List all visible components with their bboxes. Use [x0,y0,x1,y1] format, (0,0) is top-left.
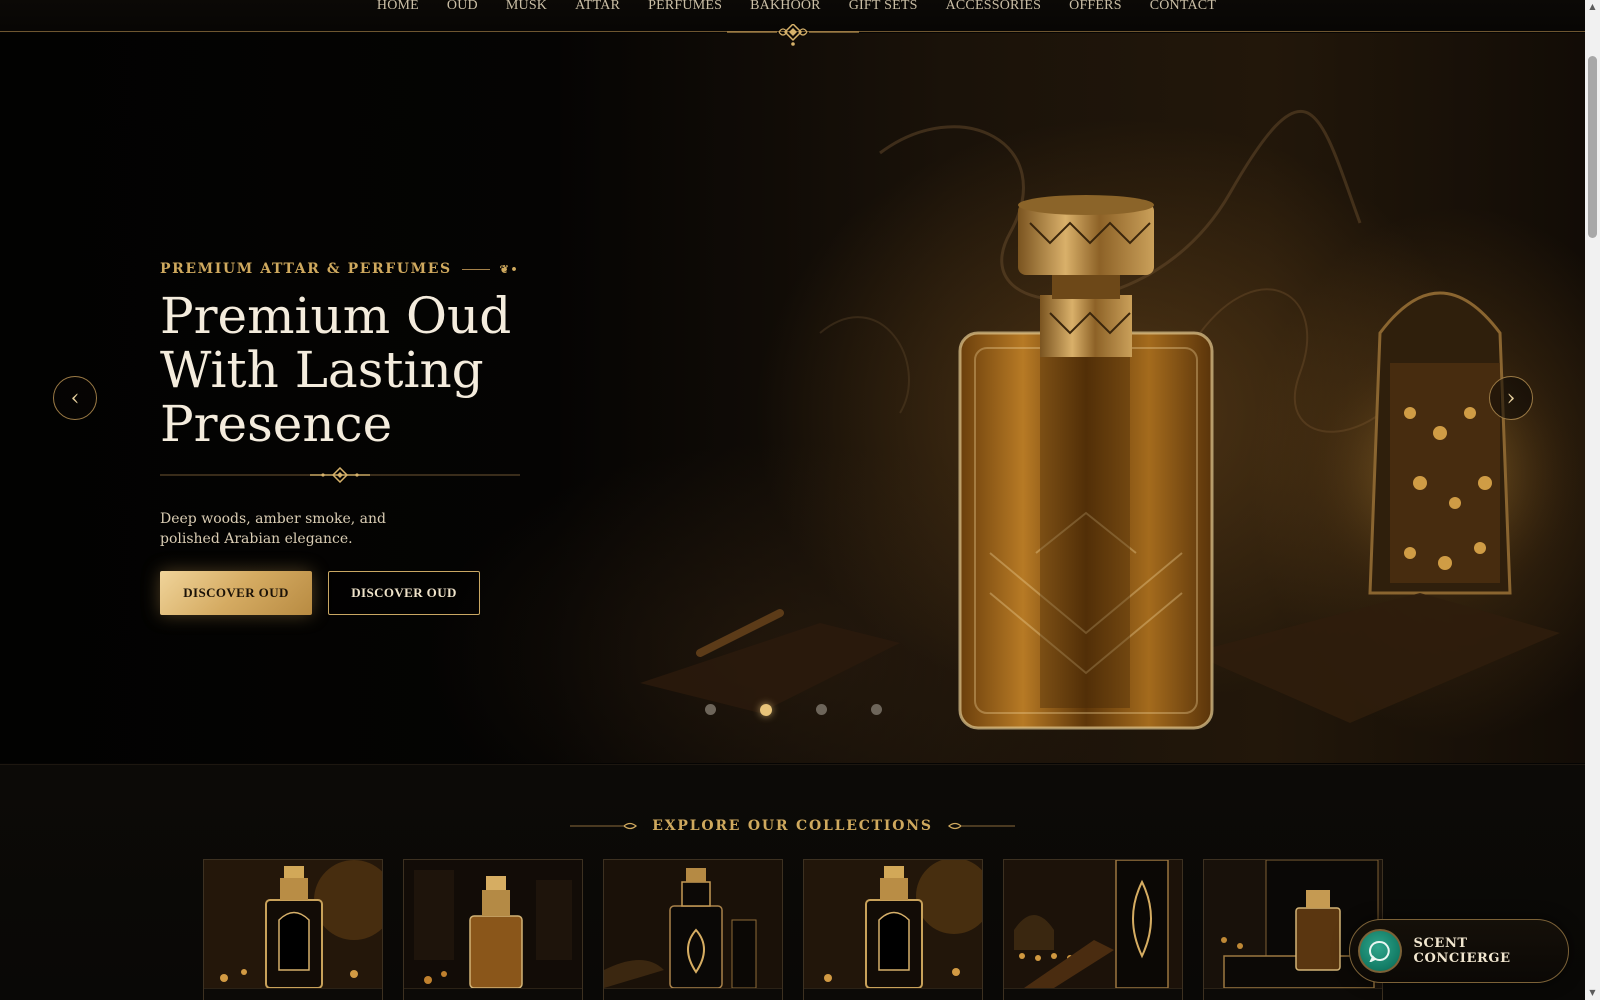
nav-item-accessories[interactable]: ACCESSORIES [932,0,1056,31]
collections-title: EXPLORE OUR COLLECTIONS [652,818,933,834]
card-caption-bar [1204,988,1382,1000]
chevron-left-icon: ‹ [70,385,80,411]
collection-card-4[interactable] [803,859,983,1000]
collection-card-1[interactable] [203,859,383,1000]
nav-ornament-icon [727,24,859,46]
eyebrow-divider-line [461,268,490,270]
hero-content: PREMIUM ATTAR & PERFUMES ❦• Premium Oud … [160,261,720,615]
nav-item-attar[interactable]: ATTAR [561,0,634,31]
scroll-up-arrow-icon[interactable]: ▲ [1585,0,1600,14]
slider-dot-4[interactable] [871,704,882,715]
hero-title-line-2: With Lasting Presence [160,341,484,453]
ornament-divider-icon [160,466,520,484]
hero-title-line-1: Premium Oud [160,287,512,345]
hero-slider: PREMIUM ATTAR & PERFUMES ❦• Premium Oud … [0,33,1585,763]
vertical-scrollbar[interactable]: ▲ ▼ [1585,0,1600,1000]
nav-item-contact[interactable]: CONTACT [1136,0,1230,31]
card-caption-bar [604,988,782,1000]
slider-dot-2-active[interactable] [760,704,772,716]
scent-concierge-label: SCENT CONCIERGE [1413,936,1511,966]
hero-eyebrow-text: PREMIUM ATTAR & PERFUMES [160,261,452,277]
slider-pagination [705,704,882,716]
slider-dot-3[interactable] [816,704,827,715]
amber-bottle-image [404,860,582,988]
chat-bubble-icon [1358,929,1402,973]
ornament-right-icon [947,822,1015,830]
collections-heading: EXPLORE OUR COLLECTIONS [0,818,1585,834]
collections-section: EXPLORE OUR COLLECTIONS [0,764,1585,1000]
card-caption-bar [404,988,582,1000]
ornament-icon: ❦• [499,262,520,276]
ornate-bottle-image [204,860,382,988]
nav-item-oud[interactable]: OUD [433,0,492,31]
scroll-down-arrow-icon[interactable]: ▼ [1585,986,1600,1000]
perfume-bottle [958,195,1214,730]
nav-item-home[interactable]: HOME [363,0,433,31]
collection-card-5[interactable] [1003,859,1183,1000]
nav-item-offers[interactable]: OFFERS [1055,0,1136,31]
discover-oud-secondary-button[interactable]: DISCOVER OUD [328,571,480,615]
slider-prev-button[interactable]: ‹ [53,376,97,420]
collection-card-3[interactable] [603,859,783,1000]
hero-buttons: DISCOVER OUD DISCOVER OUD [160,571,720,615]
bakhoor-box-image [1004,860,1182,988]
chat-bubble-glyph [1368,940,1390,962]
chevron-right-icon: › [1506,385,1516,411]
nav-item-perfumes[interactable]: PERFUMES [634,0,736,31]
scrollbar-thumb[interactable] [1588,56,1597,238]
slider-dot-1[interactable] [705,704,716,715]
hero-description: Deep woods, amber smoke, and polished Ar… [160,511,386,547]
discover-oud-primary-button[interactable]: DISCOVER OUD [160,571,312,615]
nav-item-musk[interactable]: MUSK [492,0,561,31]
card-caption-bar [804,988,982,1000]
card-caption-bar [1004,988,1182,1000]
hero-eyebrow: PREMIUM ATTAR & PERFUMES ❦• [160,261,720,277]
card-caption-bar [204,988,382,1000]
black-bottle-image [604,860,782,988]
collection-card-2[interactable] [403,859,583,1000]
ornate-bottle-image-2 [804,860,982,988]
slider-next-button[interactable]: › [1489,376,1533,420]
hero-title: Premium Oud With Lasting Presence [160,289,720,451]
ornament-left-icon [570,822,638,830]
collection-cards [203,859,1383,1000]
scent-concierge-button[interactable]: SCENT CONCIERGE [1349,919,1569,983]
